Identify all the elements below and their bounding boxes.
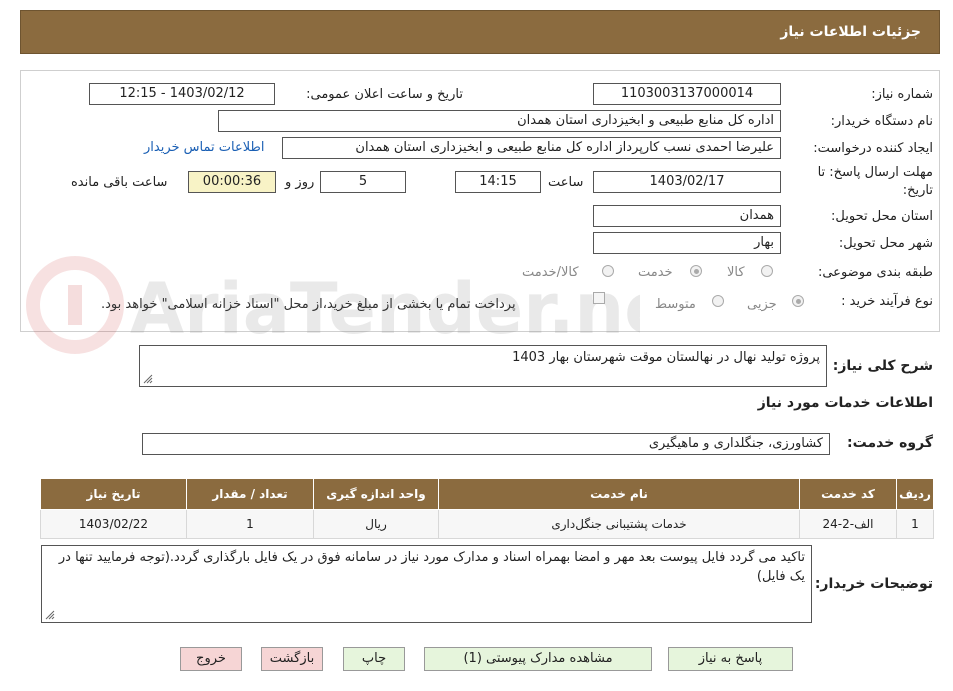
description-label: شرح کلی نیاز:	[832, 358, 933, 374]
buyer-notes-label: توضیحات خریدار:	[814, 576, 933, 592]
category-label: طبقه بندی موضوعی:	[817, 265, 933, 280]
col-header-service-name: نام خدمت	[438, 478, 800, 510]
buyer-org-field: اداره کل منابع طبیعی و ابخیزداری استان ه…	[218, 110, 781, 132]
print-button[interactable]: چاپ	[343, 647, 405, 671]
col-header-quantity: تعداد / مقدار	[186, 478, 314, 510]
col-header-service-code: کد خدمت	[799, 478, 897, 510]
remaining-label: ساعت باقی مانده	[71, 175, 168, 190]
province-field: همدان	[593, 205, 781, 227]
cell-need-date: 1403/02/22	[40, 509, 187, 539]
resize-grip-icon[interactable]	[45, 610, 55, 620]
category-radio-goods-service[interactable]	[602, 265, 614, 277]
process-option-minor: جزیی	[747, 297, 777, 312]
category-option-goods-service: کالا/خدمت	[522, 265, 579, 280]
back-button[interactable]: بازگشت	[261, 647, 323, 671]
services-section-title: اطلاعات خدمات مورد نیاز	[757, 395, 933, 411]
table-row: 1 الف-2-24 خدمات پشتیبانی جنگل‌داری ریال…	[40, 509, 934, 539]
table-header-row: ردیف کد خدمت نام خدمت واحد اندازه گیری ت…	[40, 478, 934, 510]
cell-quantity: 1	[186, 509, 314, 539]
process-radio-minor[interactable]	[792, 295, 804, 307]
buyer-notes-textarea: تاکید می گردد فایل پیوست بعد مهر و امضا …	[41, 545, 812, 623]
page-title: جزئیات اطلاعات نیاز	[780, 24, 921, 40]
buyer-org-label: نام دستگاه خریدار:	[830, 114, 933, 129]
respond-button[interactable]: پاسخ به نیاز	[668, 647, 793, 671]
description-textarea: پروژه تولید نهال در نهالستان موقت شهرستا…	[139, 345, 827, 387]
treasury-payment-checkbox[interactable]	[593, 292, 605, 304]
deadline-label-1: مهلت ارسال پاسخ: تا	[817, 165, 933, 180]
buyer-notes-text: تاکید می گردد فایل پیوست بعد مهر و امضا …	[58, 550, 805, 584]
province-label: استان محل تحویل:	[831, 209, 933, 224]
process-option-medium: متوسط	[655, 297, 696, 312]
service-group-label: گروه خدمت:	[847, 435, 933, 451]
cell-unit: ریال	[313, 509, 439, 539]
col-header-unit: واحد اندازه گیری	[313, 478, 439, 510]
deadline-date-field: 1403/02/17	[593, 171, 781, 193]
announce-datetime-field: 1403/02/12 - 12:15	[89, 83, 275, 105]
days-remaining-field: 5	[320, 171, 406, 193]
time-label: ساعت	[548, 175, 584, 190]
col-header-need-date: تاریخ نیاز	[40, 478, 187, 510]
exit-button[interactable]: خروج	[180, 647, 242, 671]
category-radio-service[interactable]	[690, 265, 702, 277]
need-number-field: 1103003137000014	[593, 83, 781, 105]
city-field: بهار	[593, 232, 781, 254]
cell-service-code: الف-2-24	[799, 509, 897, 539]
resize-grip-icon[interactable]	[143, 374, 153, 384]
col-header-row-number: ردیف	[896, 478, 934, 510]
cell-row-number: 1	[896, 509, 934, 539]
city-label: شهر محل تحویل:	[838, 236, 933, 251]
days-label: روز و	[285, 175, 315, 190]
service-group-field: کشاورزی، جنگلداری و ماهیگیری	[142, 433, 830, 455]
contact-info-link[interactable]: اطلاعات تماس خریدار	[144, 140, 264, 155]
requester-label: ایجاد کننده درخواست:	[813, 141, 933, 156]
category-option-goods: کالا	[727, 265, 745, 280]
description-text: پروژه تولید نهال در نهالستان موقت شهرستا…	[512, 350, 820, 365]
remaining-timer: 00:00:36	[188, 171, 276, 193]
process-label: نوع فرآیند خرید :	[841, 294, 933, 309]
deadline-label-2: تاریخ:	[902, 183, 933, 198]
process-radio-medium[interactable]	[712, 295, 724, 307]
view-attachments-button[interactable]: مشاهده مدارک پیوستی (1)	[424, 647, 652, 671]
need-number-label: شماره نیاز:	[871, 87, 933, 102]
category-radio-goods[interactable]	[761, 265, 773, 277]
payment-note: پرداخت تمام یا بخشی از مبلغ خرید،از محل …	[101, 297, 516, 312]
deadline-time-field: 14:15	[455, 171, 541, 193]
cell-service-name: خدمات پشتیبانی جنگل‌داری	[438, 509, 800, 539]
category-option-service: خدمت	[638, 265, 673, 280]
announce-label: تاریخ و ساعت اعلان عمومی:	[306, 87, 463, 102]
requester-field: علیرضا احمدی نسب کارپرداز اداره کل منابع…	[282, 137, 781, 159]
page-header: جزئیات اطلاعات نیاز	[20, 10, 940, 54]
services-table: ردیف کد خدمت نام خدمت واحد اندازه گیری ت…	[40, 478, 934, 539]
